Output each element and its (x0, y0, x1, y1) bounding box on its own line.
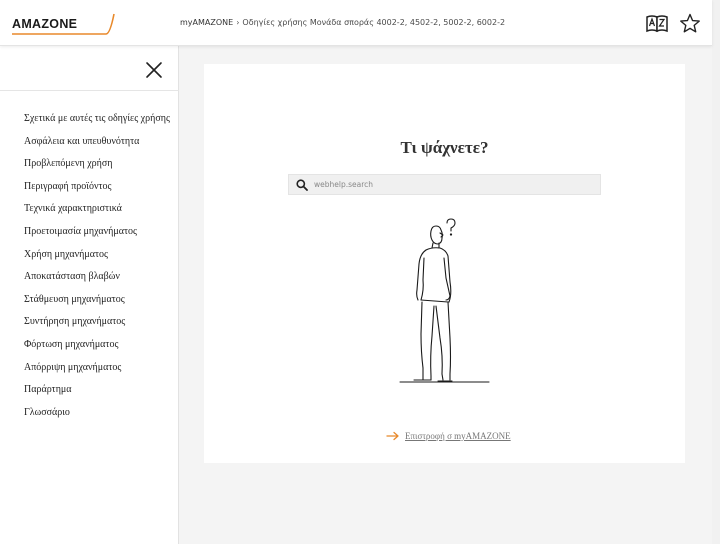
sidebar-item-usage[interactable]: Χρήση μηχανήματος (24, 248, 170, 271)
sidebar-item-parking[interactable]: Στάθμευση μηχανήματος (24, 293, 170, 316)
search-card: Τι ψάχνετε? webhelp.search Επιστροφή σ m… (204, 64, 685, 463)
sidebar-item-safety[interactable]: Ασφάλεια και υπευθυνότητα (24, 135, 170, 158)
thinking-person-illustration (399, 218, 490, 383)
sidebar-item-maintenance[interactable]: Συντήρηση μηχανήματος (24, 315, 170, 338)
amazone-logo[interactable]: AMAZONE (10, 12, 118, 38)
top-header: AMAZONE myAMAZONE › Οδηγίες χρήσης Μονάδα … (0, 0, 712, 46)
search-box (288, 174, 601, 195)
sidebar-item-troubleshooting[interactable]: Αποκατάσταση βλαβών (24, 270, 170, 293)
sidebar-item-disposal[interactable]: Απόρριψη μηχανήματος (24, 361, 170, 384)
scrollbar-track[interactable] (712, 0, 720, 544)
back-link-label: Επιστροφή σ myAMAZONE (405, 431, 511, 441)
sidebar-item-about[interactable]: Σχετικά με αυτές τις οδηγίες χρήσης (24, 112, 170, 135)
page-title: Τι ψάχνετε? (400, 138, 489, 157)
sidebar-item-product-description[interactable]: Περιγραφή προϊόντος (24, 180, 170, 203)
sidebar-item-glossary[interactable]: Γλωσσάριο (24, 406, 170, 429)
sidebar-divider (0, 90, 179, 91)
breadcrumb-root-link[interactable]: myAMAZONE (180, 18, 233, 27)
arrow-right-icon (386, 431, 399, 441)
sidebar-item-loading[interactable]: Φόρτωση μηχανήματος (24, 338, 170, 361)
search-icon (296, 179, 308, 191)
logo-text: AMAZONE (12, 17, 77, 31)
breadcrumb: myAMAZONE › Οδηγίες χρήσης Μονάδα σποράς 4… (180, 18, 505, 27)
breadcrumb-separator: › (236, 18, 240, 27)
sidebar-item-technical-data[interactable]: Τεχνικά χαρακτηριστικά (24, 202, 170, 225)
main-content: Τι ψάχνετε? webhelp.search Επιστροφή σ m… (179, 46, 712, 544)
sidebar-item-intended-use[interactable]: Προβλεπόμενη χρήση (24, 157, 170, 180)
sidebar-nav: Σχετικά με αυτές τις οδηγίες χρήσης Ασφά… (24, 112, 170, 428)
search-input[interactable] (314, 175, 594, 194)
star-icon[interactable] (679, 13, 701, 33)
sidebar: Σχετικά με αυτές τις οδηγίες χρήσης Ασφά… (0, 46, 179, 544)
back-to-myamazone-link[interactable]: Επιστροφή σ myAMAZONE (386, 431, 511, 441)
close-icon[interactable] (145, 61, 163, 79)
sidebar-item-appendix[interactable]: Παράρτημα (24, 383, 170, 406)
sidebar-item-preparation[interactable]: Προετοιμασία μηχανήματος (24, 225, 170, 248)
dictionary-icon[interactable] (646, 13, 668, 33)
breadcrumb-current[interactable]: Οδηγίες χρήσης Μονάδα σποράς 4002-2, 450… (242, 18, 505, 27)
